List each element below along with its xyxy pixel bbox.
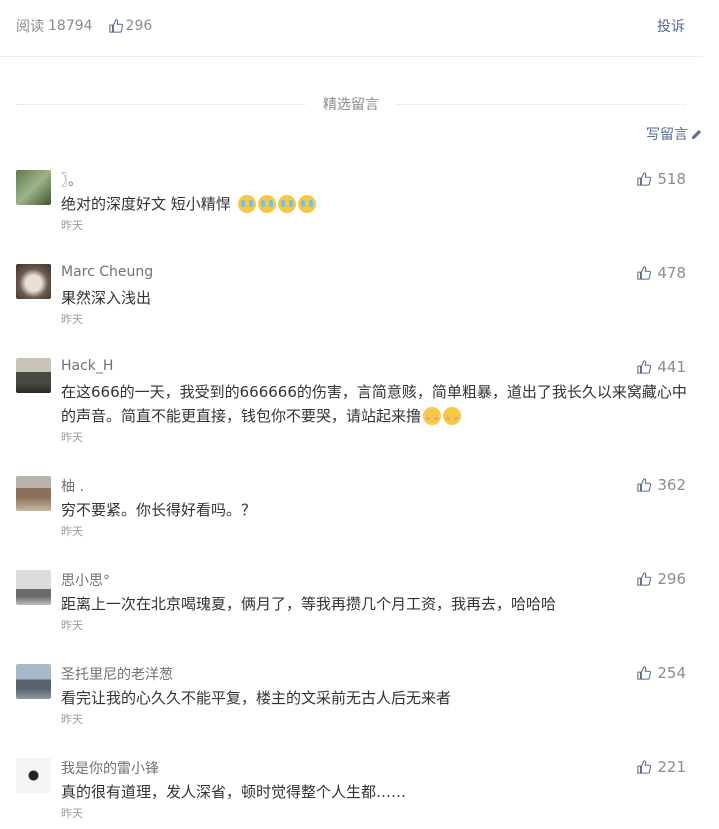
read-label: 阅读 — [16, 19, 44, 35]
blushing-emoji-icon — [443, 407, 462, 425]
comment-nickname[interactable]: Marc Cheung — [61, 264, 153, 280]
avatar[interactable] — [16, 476, 51, 511]
article-like-button[interactable]: 296 — [108, 18, 153, 34]
avatar[interactable] — [16, 758, 51, 793]
comment-content: 看完让我的心久久不能平复，楼主的文采前无古人后无来者 — [61, 689, 452, 707]
comment-like-button[interactable]: 221 — [637, 758, 686, 776]
thumbs-up-icon — [637, 760, 652, 774]
avatar[interactable] — [16, 570, 51, 605]
thumbs-up-icon — [637, 666, 652, 680]
comment-nickname[interactable]: 圣托里尼的老洋葱 — [61, 664, 173, 684]
avatar[interactable] — [16, 170, 51, 205]
comment-time: 昨天 — [61, 431, 83, 444]
divider — [396, 104, 686, 105]
comment-like-button[interactable]: 518 — [637, 170, 686, 188]
comment-like-count: 254 — [657, 664, 686, 682]
crying-emoji-icon — [277, 195, 296, 213]
comment-like-button[interactable]: 478 — [637, 264, 686, 282]
comment-nickname[interactable]: Hack_H — [61, 358, 113, 374]
comment-like-button[interactable]: 441 — [637, 358, 686, 376]
comment-like-count: 441 — [657, 358, 686, 376]
comment-item: 我是你的雷小锋 真的很有道理，发人深省，顿时觉得整个人生都…… 昨天 221 — [0, 758, 703, 828]
comment-content: 果然深入浅出 — [61, 289, 152, 307]
avatar[interactable] — [16, 264, 51, 299]
comment-like-button[interactable]: 362 — [637, 476, 686, 494]
divider — [0, 56, 703, 57]
thumbs-up-icon — [637, 572, 652, 586]
comment-item: Hack_H 在这666的一天，我受到的666666的伤害，言简意赅，简单粗暴，… — [0, 358, 703, 448]
write-comment-label: 写留言 — [646, 127, 688, 143]
comment-content: 在这666的一天，我受到的666666的伤害，言简意赅，简单粗暴，道出了我长久以… — [61, 380, 693, 428]
comment-content: 距离上一次在北京喝瑰夏，俩月了，等我再攒几个月工资，我再去，哈哈哈 — [61, 595, 557, 613]
comment-item: Marc Cheung 果然深入浅出 昨天 478 — [0, 264, 703, 334]
thumbs-up-icon — [637, 478, 652, 492]
write-comment-button[interactable]: 写留言 — [646, 124, 703, 144]
crying-emoji-icon — [297, 195, 316, 213]
comment-like-count: 478 — [657, 264, 686, 282]
comment-like-count: 296 — [657, 570, 686, 588]
crying-emoji-icon — [257, 195, 276, 213]
crying-emoji-icon — [237, 195, 256, 213]
comment-like-button[interactable]: 296 — [637, 570, 686, 588]
thumbs-up-icon — [108, 19, 123, 33]
avatar[interactable] — [16, 358, 51, 393]
comment-content: 绝对的深度好文 短小精悍 — [61, 192, 693, 216]
comment-content: 穷不要紧。你长得好看吗。？ — [61, 501, 257, 519]
complaint-link[interactable]: 投诉 — [657, 16, 685, 36]
pencil-icon — [691, 129, 702, 139]
article-stats: 阅读 18794 296 — [16, 16, 152, 36]
comment-nickname[interactable]: 柚 . — [61, 476, 84, 496]
comment-nickname[interactable]: 〗。 — [61, 170, 82, 190]
comment-time: 昨天 — [61, 619, 83, 632]
comment-like-count: 362 — [657, 476, 686, 494]
featured-comments-header: 精选留言 — [16, 94, 686, 114]
comment-like-button[interactable]: 254 — [637, 664, 686, 682]
comment-item: 圣托里尼的老洋葱 看完让我的心久久不能平复，楼主的文采前无古人后无来者 昨天 2… — [0, 664, 703, 734]
comment-item: 思小思° 距离上一次在北京喝瑰夏，俩月了，等我再攒几个月工资，我再去，哈哈哈 昨… — [0, 570, 703, 640]
thumbs-up-icon — [637, 172, 652, 186]
comment-content: 真的很有道理，发人深省，顿时觉得整个人生都…… — [61, 783, 407, 801]
blushing-emoji-icon — [423, 407, 442, 425]
avatar[interactable] — [16, 664, 51, 699]
comment-item: 〗。 绝对的深度好文 短小精悍 昨天 518 — [0, 170, 703, 240]
comment-time: 昨天 — [61, 525, 83, 538]
comment-text: 在这666的一天，我受到的666666的伤害，言简意赅，简单粗暴，道出了我长久以… — [61, 383, 687, 425]
article-stats-bar: 阅读 18794 296 投诉 — [0, 0, 719, 56]
article-like-count: 296 — [125, 18, 153, 34]
comment-time: 昨天 — [61, 807, 83, 820]
thumbs-up-icon — [637, 266, 652, 280]
comment-nickname[interactable]: 我是你的雷小锋 — [61, 758, 159, 778]
read-count: 18794 — [48, 18, 93, 34]
comment-time: 昨天 — [61, 313, 83, 326]
comment-item: 柚 . 穷不要紧。你长得好看吗。？ 昨天 362 — [0, 476, 703, 546]
comment-nickname[interactable]: 思小思° — [61, 570, 110, 590]
comment-time: 昨天 — [61, 219, 83, 232]
thumbs-up-icon — [637, 360, 652, 374]
comment-time: 昨天 — [61, 713, 83, 726]
comment-like-count: 518 — [657, 170, 686, 188]
comment-text: 绝对的深度好文 短小精悍 — [61, 195, 231, 213]
comment-like-count: 221 — [657, 758, 686, 776]
